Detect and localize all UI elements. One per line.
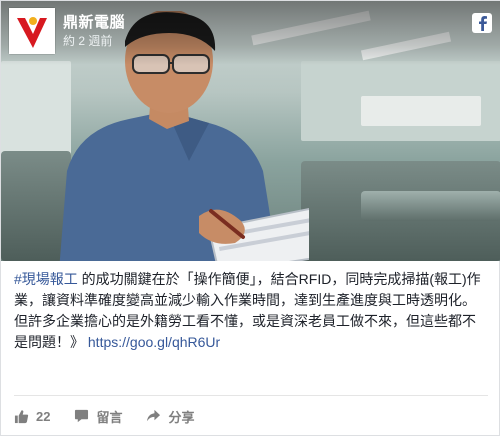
facebook-icon[interactable] xyxy=(472,13,492,33)
page-avatar[interactable] xyxy=(9,8,55,54)
post-text: #現場報工 的成功關鍵在於「操作簡便」，結合RFID，同時完成掃描(報工)作業，… xyxy=(14,269,488,353)
short-url-link[interactable]: https://goo.gl/qhR6Ur xyxy=(88,334,220,350)
factory-window xyxy=(361,96,481,126)
post-text-part2: 但許多企業擔心的是外籍勞工看不懂，或是資深老員工做不來，但這些都不是問題！》 xyxy=(14,313,476,350)
like-button[interactable]: 22 xyxy=(14,409,50,424)
post-actions: 22 留言 分享 xyxy=(14,403,195,429)
share-label: 分享 xyxy=(168,409,195,425)
dsc-logo-icon xyxy=(9,8,55,54)
comment-icon xyxy=(75,409,89,423)
share-button[interactable]: 分享 xyxy=(146,407,195,426)
actions-divider xyxy=(14,395,488,396)
hashtag-link[interactable]: #現場報工 xyxy=(14,271,78,287)
facebook-post-card: 鼎新電腦 約 2 週前 #現場報工 的成功關鍵在於「操作簡便」，結合RFID，同… xyxy=(0,0,500,436)
post-photo[interactable]: 鼎新電腦 約 2 週前 xyxy=(1,1,500,261)
page-name[interactable]: 鼎新電腦 xyxy=(63,11,125,32)
share-icon xyxy=(147,409,161,422)
machine-spindle xyxy=(361,191,500,221)
post-text-part1: 的成功關鍵在於「操作簡便」，結合RFID，同時完成掃描(報工)作業，讓資料準確度… xyxy=(14,271,481,308)
comment-button[interactable]: 留言 xyxy=(74,407,122,426)
like-count: 22 xyxy=(36,408,51,424)
post-timestamp[interactable]: 約 2 週前 xyxy=(63,32,112,49)
comment-label: 留言 xyxy=(96,409,123,425)
thumbs-up-icon xyxy=(14,409,29,423)
post-header: 鼎新電腦 約 2 週前 xyxy=(1,1,500,65)
